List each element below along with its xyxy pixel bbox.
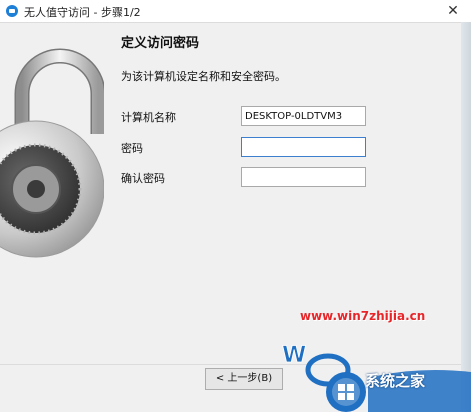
password-input[interactable] [241, 137, 366, 157]
watermark-logo-text: 系统之家 [365, 372, 426, 390]
close-button[interactable]: ✕ [435, 0, 471, 22]
watermark-url: www.win7zhijia.cn [300, 309, 426, 323]
confirm-password-input[interactable] [241, 167, 366, 187]
back-button[interactable]: < 上一步(B) [205, 368, 283, 390]
padlock-icon [0, 48, 104, 258]
watermark-logo: W [282, 343, 471, 412]
password-label: 密码 [121, 142, 143, 155]
confirm-password-label: 确认密码 [121, 172, 165, 185]
computer-name-label: 计算机名称 [121, 111, 176, 124]
window-title: 无人值守访问 - 步骤1/2 [24, 6, 141, 19]
title-bar: 无人值守访问 - 步骤1/2 ✕ [0, 0, 471, 23]
page-description: 为该计算机设定名称和安全密码。 [121, 70, 286, 83]
page-heading: 定义访问密码 [121, 36, 200, 51]
app-icon [6, 5, 18, 17]
computer-name-input[interactable] [241, 106, 366, 126]
svg-text:W: W [282, 343, 306, 368]
